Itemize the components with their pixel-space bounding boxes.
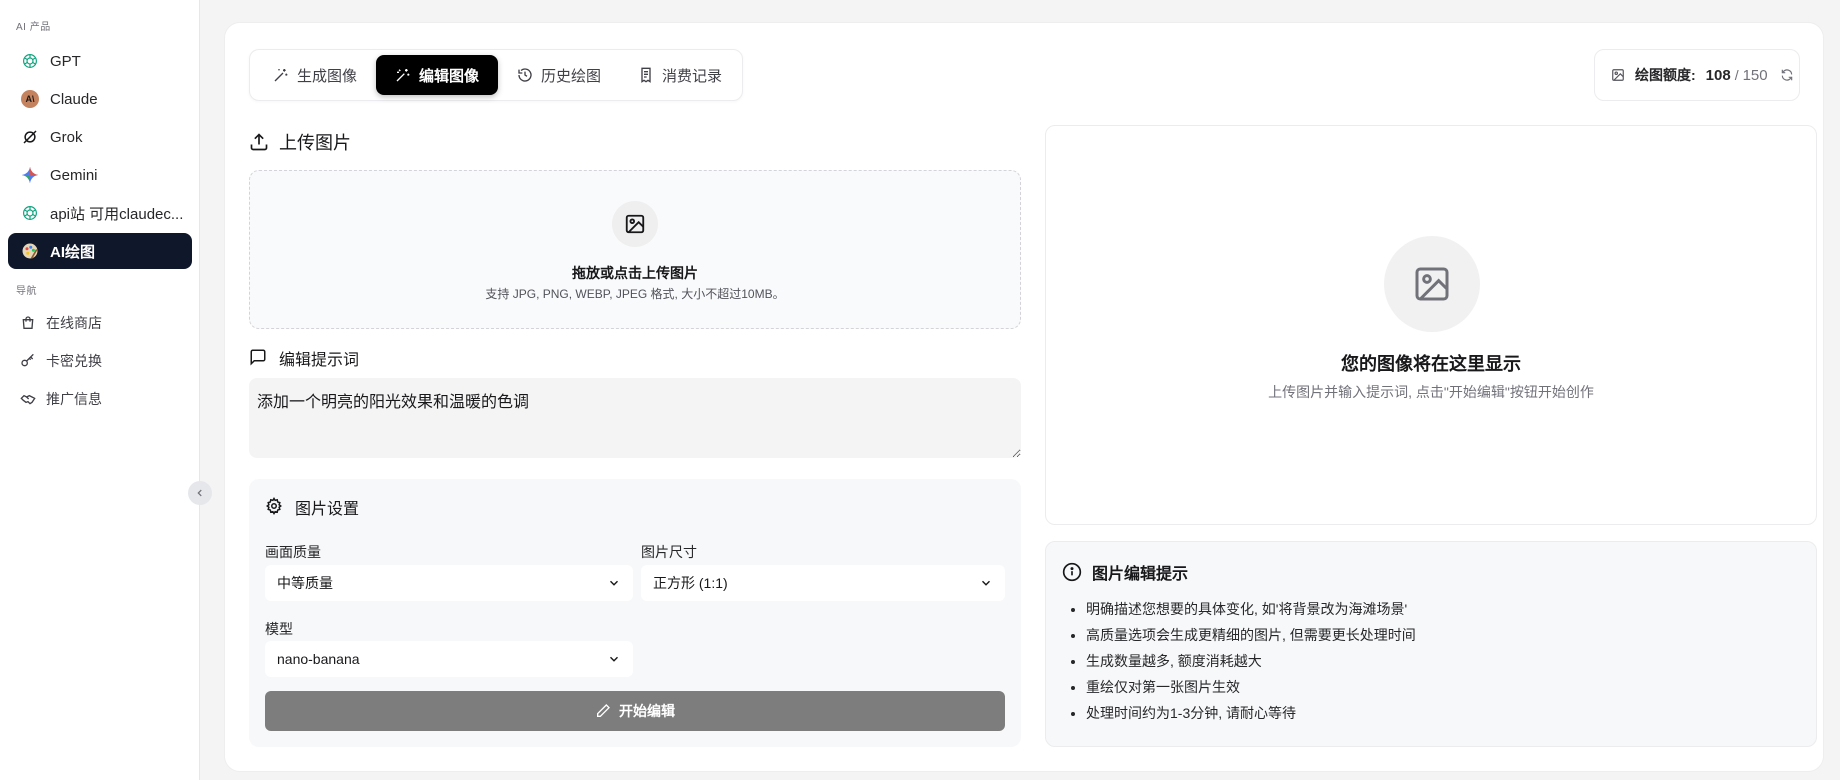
- tab-consumption-records[interactable]: 消费记录: [622, 55, 738, 95]
- grok-icon: [20, 127, 40, 147]
- tab-label: 生成图像: [296, 67, 357, 85]
- tab-label: 消费记录: [661, 67, 722, 85]
- quota-used: 108: [1705, 66, 1731, 84]
- tips-title-text: 图片编辑提示: [1092, 566, 1189, 583]
- pencil-icon: [595, 703, 611, 719]
- sidebar-section-ai-products: AI 产品: [16, 22, 51, 33]
- sidebar-item-gpt[interactable]: GPT: [8, 43, 192, 79]
- quality-select[interactable]: 中等质量: [265, 565, 633, 601]
- sidebar: AI 产品 GPT A\ Claude Grok Gemini api站 可用c…: [0, 0, 212, 780]
- sidebar-item-card-redeem[interactable]: 卡密兑换: [8, 343, 192, 379]
- model-label: 模型: [265, 621, 293, 637]
- image-upload-dropzone[interactable]: 拖放或点击上传图片 支持 JPG, PNG, WEBP, JPEG 格式, 大小…: [249, 170, 1021, 329]
- info-icon: [1062, 562, 1082, 582]
- upload-title-text: 上传图片: [279, 133, 351, 153]
- chevron-down-icon: [982, 580, 990, 586]
- sidebar-item-label: api站 可用claudec...: [50, 205, 184, 223]
- start-edit-button[interactable]: 开始编辑: [265, 691, 1005, 731]
- history-icon: [517, 67, 533, 83]
- quota-separator: /: [1734, 67, 1739, 83]
- sidebar-item-grok[interactable]: Grok: [8, 119, 192, 155]
- palette-icon: [20, 241, 40, 261]
- receipt-icon: [638, 67, 654, 83]
- key-icon: [20, 353, 36, 369]
- settings-title-text: 图片设置: [295, 501, 360, 518]
- preview-subtitle: 上传图片并输入提示词, 点击"开始编辑"按钮开始创作: [1268, 384, 1594, 400]
- upload-section-title: 上传图片: [249, 129, 351, 155]
- dropzone-hint: 支持 JPG, PNG, WEBP, JPEG 格式, 大小不超过10MB。: [485, 287, 785, 301]
- message-square-icon: [249, 348, 269, 368]
- chevron-left-icon: [197, 489, 202, 497]
- drawing-quota: 绘图额度: 108 / 150: [1594, 49, 1800, 101]
- claude-icon: A\: [20, 89, 40, 109]
- list-item: 高质量选项会生成更精细的图片, 但需要更长处理时间: [1086, 622, 1416, 648]
- tab-label: 编辑图像: [418, 67, 479, 85]
- sidebar-item-ai-drawing[interactable]: AI绘图: [8, 233, 192, 269]
- tab-edit-image[interactable]: 编辑图像: [376, 55, 498, 95]
- gemini-icon: [20, 165, 40, 185]
- quota-total: 150: [1742, 66, 1768, 84]
- refresh-icon[interactable]: [1780, 68, 1794, 82]
- start-edit-label: 开始编辑: [619, 703, 675, 719]
- edit-wand-icon: [395, 67, 411, 83]
- openai-icon: [20, 203, 40, 223]
- image-preview-panel: 您的图像将在这里显示 上传图片并输入提示词, 点击"开始编辑"按钮开始创作: [1045, 125, 1817, 525]
- image-icon: [612, 201, 658, 247]
- sidebar-item-label: 在线商店: [46, 315, 102, 331]
- sidebar-item-label: Gemini: [50, 166, 98, 184]
- image-placeholder-icon: [1384, 236, 1480, 332]
- quota-label: 绘图额度:: [1635, 67, 1696, 83]
- quality-label: 画面质量: [265, 544, 321, 560]
- tab-generate-image[interactable]: 生成图像: [256, 55, 374, 95]
- sidebar-item-claude[interactable]: A\ Claude: [8, 81, 192, 117]
- prompt-title-text: 编辑提示词: [279, 352, 360, 369]
- sidebar-item-label: 卡密兑换: [46, 353, 102, 369]
- sidebar-item-label: Claude: [50, 90, 98, 108]
- list-item: 生成数量越多, 额度消耗越大: [1086, 648, 1416, 674]
- mode-tabs: 生成图像 编辑图像 历史绘图 消费记录: [249, 49, 743, 101]
- magic-wand-icon: [273, 67, 289, 83]
- list-item: 重绘仅对第一张图片生效: [1086, 674, 1416, 700]
- tips-section-title: 图片编辑提示: [1062, 560, 1188, 584]
- edit-tips-panel: 图片编辑提示 明确描述您想要的具体变化, 如'将背景改为海滩场景' 高质量选项会…: [1045, 541, 1817, 747]
- tab-history[interactable]: 历史绘图: [502, 55, 616, 95]
- prompt-section-title: 编辑提示词: [249, 346, 359, 370]
- handshake-icon: [20, 391, 36, 407]
- claude-avatar: A\: [21, 90, 39, 108]
- chevron-down-icon: [610, 656, 618, 662]
- sidebar-item-gemini[interactable]: Gemini: [8, 157, 192, 193]
- openai-icon: [20, 51, 40, 71]
- list-item: 明确描述您想要的具体变化, 如'将背景改为海滩场景': [1086, 596, 1416, 622]
- preview-title: 您的图像将在这里显示: [1341, 354, 1521, 374]
- sidebar-item-api-station[interactable]: api站 可用claudec...: [8, 195, 192, 231]
- sidebar-item-shop[interactable]: 在线商店: [8, 305, 192, 341]
- tips-list: 明确描述您想要的具体变化, 如'将背景改为海滩场景' 高质量选项会生成更精细的图…: [1086, 596, 1416, 726]
- sidebar-item-label: GPT: [50, 52, 81, 70]
- list-item: 处理时间约为1-3分钟, 请耐心等待: [1086, 700, 1416, 726]
- model-select[interactable]: nano-banana: [265, 641, 633, 677]
- size-select[interactable]: 正方形 (1:1): [641, 565, 1005, 601]
- size-value: 正方形 (1:1): [653, 575, 728, 591]
- upload-icon: [249, 132, 269, 152]
- quality-value: 中等质量: [277, 575, 333, 591]
- sidebar-item-label: Grok: [50, 128, 83, 146]
- sidebar-section-nav: 导航: [16, 286, 37, 297]
- sidebar-item-promotion[interactable]: 推广信息: [8, 381, 192, 417]
- gear-icon: [265, 497, 285, 517]
- sidebar-item-label: 推广信息: [46, 391, 102, 407]
- image-settings-panel: 图片设置 画面质量 中等质量 图片尺寸 正方形 (1:1) 模型 nano-ba…: [249, 479, 1021, 747]
- main-card: 生成图像 编辑图像 历史绘图 消费记录 绘图额度: 108 / 150 上传图片…: [224, 22, 1824, 772]
- image-icon: [1611, 68, 1625, 82]
- chevron-down-icon: [610, 580, 618, 586]
- shopping-bag-icon: [20, 315, 36, 331]
- tab-label: 历史绘图: [540, 67, 601, 85]
- settings-section-title: 图片设置: [265, 495, 359, 519]
- dropzone-title: 拖放或点击上传图片: [572, 265, 698, 281]
- model-value: nano-banana: [277, 651, 360, 667]
- sidebar-collapse-button[interactable]: [188, 481, 212, 505]
- size-label: 图片尺寸: [641, 544, 697, 560]
- edit-prompt-textarea[interactable]: 添加一个明亮的阳光效果和温暖的色调: [249, 378, 1021, 458]
- sidebar-item-label: AI绘图: [50, 243, 96, 261]
